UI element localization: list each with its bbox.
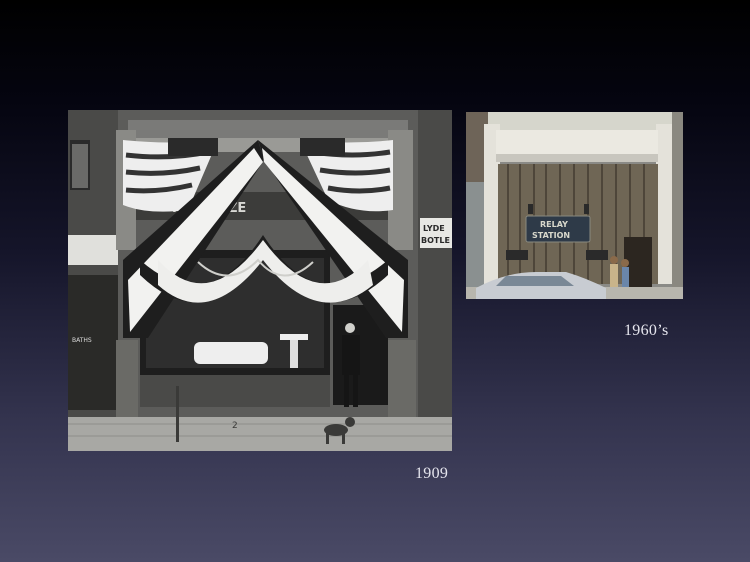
hitching-post	[176, 386, 179, 442]
side-sign-line1: LYDE	[423, 224, 445, 233]
relay-station-sign-line1: RELAY	[540, 220, 568, 229]
sidewalk	[68, 417, 452, 451]
left-door-sign-text: BATHS	[72, 337, 92, 344]
man-body	[342, 335, 360, 375]
right-pilaster	[656, 124, 672, 284]
photo-1909-image: BATHS HN HULZE LYDE BOTLE	[68, 110, 452, 451]
caption-1909: 1909	[415, 465, 449, 482]
photo-1909-storefront: BATHS HN HULZE LYDE BOTLE	[68, 110, 452, 451]
caption-1960s: 1960’s	[624, 322, 669, 339]
right-building	[418, 110, 452, 420]
man-head	[345, 323, 355, 333]
lamp-right	[584, 204, 589, 214]
left-awning	[68, 235, 118, 265]
relay-station-sign-line2: STATION	[532, 231, 570, 240]
photo-1960s-image: RELAY STATION	[466, 112, 683, 299]
bathtub	[194, 342, 268, 364]
small-window-left	[506, 250, 528, 260]
sidewalk-mark: 2	[232, 421, 238, 431]
side-sign-line2: BOTLE	[421, 236, 450, 245]
sink	[280, 334, 308, 340]
lamp-left	[528, 204, 533, 214]
base-panel	[140, 375, 330, 407]
photo-1960s-storefront: RELAY STATION	[466, 112, 683, 299]
right-building	[672, 112, 683, 299]
small-window-right	[586, 250, 608, 260]
